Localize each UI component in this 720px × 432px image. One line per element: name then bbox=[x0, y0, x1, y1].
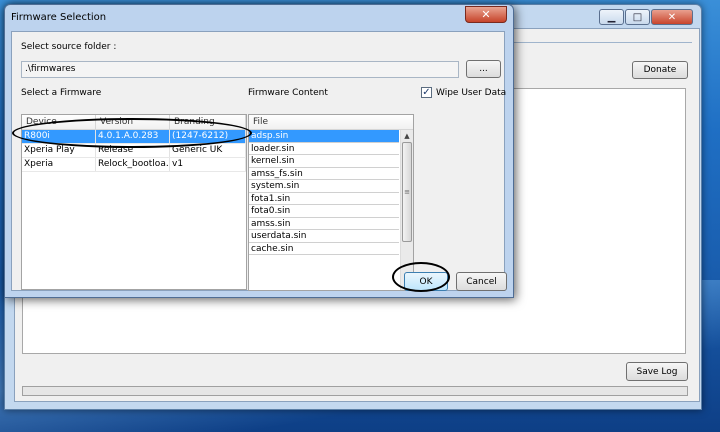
dialog-close-button[interactable]: ✕ bbox=[465, 6, 507, 23]
list-item[interactable]: fota0.sin bbox=[249, 205, 399, 218]
close-icon: ✕ bbox=[667, 11, 677, 23]
source-folder-label: Select source folder : bbox=[21, 42, 117, 52]
maximize-button[interactable]: □ bbox=[625, 9, 650, 25]
scroll-thumb[interactable]: ≡ bbox=[402, 142, 412, 242]
donate-button[interactable]: Donate bbox=[632, 61, 688, 79]
source-folder-input[interactable]: .\firmwares bbox=[21, 61, 459, 78]
version-cell: Relock_bootloa... bbox=[98, 158, 170, 171]
column-file[interactable]: File bbox=[249, 115, 399, 129]
browse-button[interactable]: ... bbox=[466, 60, 501, 78]
check-icon: ✓ bbox=[422, 87, 431, 98]
list-item[interactable]: loader.sin bbox=[249, 143, 399, 155]
table-row[interactable]: Xperia Relock_bootloa... v1 bbox=[22, 158, 246, 172]
branding-cell: v1 bbox=[170, 158, 246, 171]
list-item[interactable]: system.sin bbox=[249, 180, 399, 193]
list-item[interactable]: amss.sin bbox=[249, 218, 399, 230]
content-list-header: File bbox=[249, 115, 413, 130]
list-item[interactable]: userdata.sin bbox=[249, 230, 399, 243]
highlight-ok-annotation bbox=[392, 262, 450, 292]
dialog-client: Select source folder : .\firmwares ... S… bbox=[11, 31, 507, 291]
highlight-firmware-row-annotation bbox=[12, 118, 252, 148]
save-log-button[interactable]: Save Log bbox=[626, 362, 688, 381]
device-cell: Xperia bbox=[22, 158, 96, 171]
list-item[interactable]: kernel.sin bbox=[249, 155, 399, 168]
list-item[interactable]: cache.sin bbox=[249, 243, 399, 255]
close-button[interactable]: ✕ bbox=[651, 9, 693, 25]
select-firmware-label: Select a Firmware bbox=[21, 88, 102, 98]
scroll-up-icon[interactable]: ▲ bbox=[401, 130, 413, 142]
maximize-icon: □ bbox=[632, 11, 643, 23]
cancel-button[interactable]: Cancel bbox=[456, 272, 507, 291]
minimize-icon: ▁ bbox=[607, 11, 616, 23]
progress-bar bbox=[22, 386, 688, 396]
firmware-selection-dialog: Firmware Selection ✕ Select source folde… bbox=[4, 4, 514, 298]
list-item[interactable]: adsp.sin bbox=[249, 130, 399, 143]
wipe-user-data-label: Wipe User Data bbox=[436, 88, 507, 98]
list-item[interactable]: amss_fs.sin bbox=[249, 168, 399, 180]
dialog-title: Firmware Selection bbox=[11, 12, 107, 23]
grip-icon: ≡ bbox=[404, 188, 410, 196]
main-window-caption-buttons: ▁ □ ✕ bbox=[599, 9, 693, 25]
close-icon: ✕ bbox=[481, 8, 491, 21]
minimize-button[interactable]: ▁ bbox=[599, 9, 624, 25]
firmware-content-list[interactable]: File adsp.sin loader.sin kernel.sin amss… bbox=[248, 114, 414, 291]
firmware-content-label: Firmware Content bbox=[248, 88, 328, 98]
wipe-user-data-checkbox[interactable]: ✓ bbox=[421, 87, 432, 98]
list-item[interactable]: fota1.sin bbox=[249, 193, 399, 205]
